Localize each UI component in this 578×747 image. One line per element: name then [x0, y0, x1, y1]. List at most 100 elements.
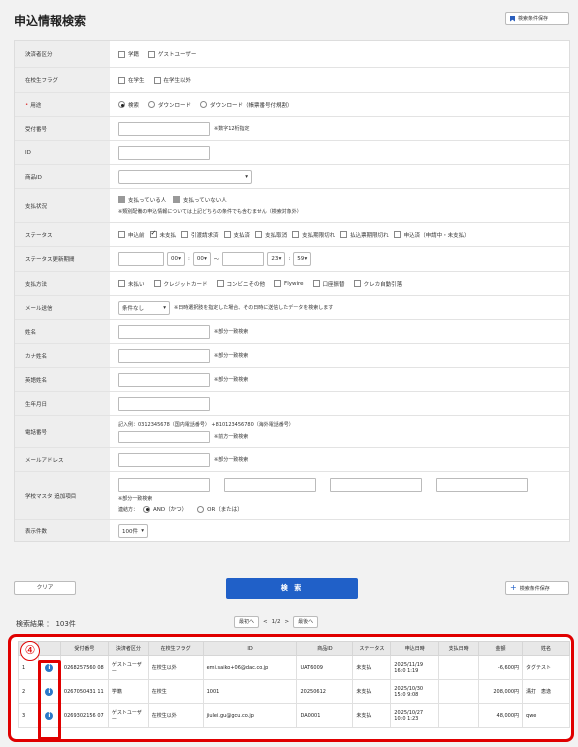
status-date-to-input[interactable]	[222, 252, 265, 266]
pagination: 最初へ < 1/2 > 最後へ	[234, 616, 319, 628]
birthday-input[interactable]	[118, 396, 210, 411]
extra-item-input-3[interactable]	[330, 478, 422, 492]
radio-or[interactable]: OR（または）	[197, 505, 243, 513]
extra-items-note: ※部分一致検索	[118, 496, 153, 502]
col-amount: 金額	[478, 641, 524, 656]
item-id-select[interactable]: ▾	[118, 169, 252, 184]
pager-last[interactable]: 最後へ	[293, 616, 319, 628]
label-status-date: ステータス更新期間	[15, 247, 110, 271]
checkbox-applicant-student[interactable]: 学籍	[118, 50, 139, 58]
pager-next[interactable]: >	[284, 619, 289, 625]
col-id: ID	[202, 641, 298, 656]
label-phone: 電話番号	[15, 416, 110, 447]
range-tilde: ～	[213, 257, 220, 263]
status-from-hour-select[interactable]: 00 ▾	[167, 252, 185, 266]
label-enrollment-flag: 在校生フラグ	[15, 68, 110, 92]
status-date-from-input[interactable]	[118, 252, 164, 266]
label-extra-items: 学校マスタ 追加項目	[15, 472, 110, 519]
label-id: ID	[15, 141, 110, 164]
display-count-select[interactable]: 100件 ▾	[118, 523, 148, 538]
row-id: ID	[15, 141, 569, 165]
phone-example: 記入例：0312345678（国内電話番号） +810123456780（海外電…	[118, 421, 294, 428]
status-to-minute-select[interactable]: 59 ▾	[293, 252, 312, 266]
col-item: 商品ID	[296, 641, 354, 656]
bookmark-icon	[510, 15, 515, 22]
radio-purpose-download[interactable]: ダウンロード	[148, 101, 191, 109]
result-count: 検索結果 ： 103件	[16, 620, 76, 628]
checkbox-method-credit[interactable]: クレジットカード	[153, 280, 208, 288]
col-type: 決済者区分	[107, 641, 149, 656]
checkbox-enrolled[interactable]: 在学生	[118, 76, 145, 84]
checkbox-method-convenience[interactable]: コンビニその他	[216, 280, 265, 288]
search-form: 決済者区分 学籍 ゲストユーザー 在校生フラグ 在学生 在学生以外 • 用途 検索…	[14, 40, 570, 542]
phone-input[interactable]	[118, 430, 210, 443]
label-item-id: 商品ID	[15, 165, 110, 188]
results-table: 受付番号 決済者区分 在校生フラグ ID 商品ID ステータス 申込日時 支払日…	[18, 641, 570, 728]
row-mail-sent: メール送信 条件なし ▾ ※日時選択肢を指定した場合、その日時に送信したデータを検…	[15, 296, 569, 320]
pager-page: 1/2	[271, 619, 281, 625]
receipt-no-input[interactable]	[118, 121, 210, 136]
table-row: 3 i 0269302156 07 ゲストユーザー 在校生以外 jiulei.g…	[18, 703, 570, 728]
label-applicant-type: 決済者区分	[15, 41, 110, 67]
status-from-minute-select[interactable]: 00 ▾	[192, 252, 211, 266]
col-receipt: 受付番号	[59, 641, 109, 656]
radio-purpose-download-ledger[interactable]: ダウンロード（帳票番号付規割）	[200, 101, 293, 109]
row-display-count: 表示件数 100件 ▾	[15, 520, 569, 541]
row-kana-name: カナ姓名 ※部分一致検索	[15, 344, 569, 368]
row-phone: 電話番号 記入例：0312345678（国内電話番号） +81012345678…	[15, 416, 569, 448]
table-row: 1 i 0268257560 08 ゲストユーザー 在校生以外 emi.saik…	[18, 655, 570, 680]
col-name: 姓名	[522, 641, 570, 656]
id-input[interactable]	[118, 145, 210, 160]
plus-icon: +	[510, 583, 517, 592]
kana-name-input[interactable]	[118, 348, 210, 363]
mail-sent-select[interactable]: 条件なし ▾	[118, 300, 170, 315]
checkbox-applicant-guest[interactable]: ゲストユーザー	[148, 50, 196, 58]
checkbox-status-delivery[interactable]: 引渡請求済	[181, 231, 219, 239]
checkbox-unpaid[interactable]: 支払っていない人	[172, 196, 227, 204]
checkbox-status-unpaid[interactable]: 未支払	[149, 229, 176, 239]
radio-purpose-search[interactable]: 検索	[118, 101, 139, 109]
roman-name-input[interactable]	[118, 372, 210, 387]
clear-button[interactable]: クリア	[14, 581, 76, 595]
save-conditions-top-label: 検索条件保存	[518, 16, 549, 22]
checkbox-status-paid[interactable]: 支払済	[223, 231, 250, 239]
extra-item-input-2[interactable]	[224, 478, 316, 492]
pager-prev[interactable]: <	[263, 619, 268, 625]
save-conditions-top-button[interactable]: 検索条件保存	[505, 12, 569, 25]
status-to-hour-select[interactable]: 23 ▾	[267, 252, 286, 266]
col-paid: 支払日時	[438, 641, 480, 656]
label-status: ステータス	[15, 223, 110, 246]
checkbox-not-enrolled[interactable]: 在学生以外	[153, 76, 191, 84]
row-applicant-type: 決済者区分 学籍 ゲストユーザー	[15, 41, 569, 68]
checkbox-paid[interactable]: 支払っている人	[118, 196, 166, 204]
row-purpose: • 用途 検索 ダウンロード ダウンロード（帳票番号付規割）	[15, 93, 569, 117]
checkbox-method-bank[interactable]: 口座振替	[312, 280, 345, 288]
label-birthday: 生年月日	[15, 392, 110, 415]
label-payment-method: 支払方法	[15, 272, 110, 295]
name-input[interactable]	[118, 324, 210, 339]
email-input[interactable]	[118, 452, 210, 467]
row-email: メールアドレス ※部分一致検索	[15, 448, 569, 472]
label-payment-status: 支払状況	[15, 189, 110, 222]
radio-and[interactable]: AND（かつ）	[143, 505, 187, 513]
checkbox-method-unpaid[interactable]: 未払い	[118, 280, 145, 288]
row-birthday: 生年月日	[15, 392, 569, 416]
search-button[interactable]: 検 索	[226, 578, 358, 599]
extra-item-input-4[interactable]	[436, 478, 528, 492]
label-purpose: • 用途	[15, 93, 110, 116]
checkbox-status-expired[interactable]: 支払期限切れ	[292, 231, 335, 239]
extra-item-input-1[interactable]	[118, 478, 210, 492]
row-item-id: 商品ID ▾	[15, 165, 569, 189]
pager-first[interactable]: 最初へ	[234, 616, 260, 628]
checkbox-status-applied[interactable]: 申込済（申請中・未支払）	[393, 231, 470, 239]
checkbox-status-cancelled[interactable]: 支払取消	[255, 231, 287, 239]
checkbox-method-auto-credit[interactable]: クレカ自動引落	[353, 280, 402, 288]
row-roman-name: 英語姓名 ※部分一致検索	[15, 368, 569, 392]
checkbox-status-before-apply[interactable]: 申込前	[118, 231, 145, 239]
checkbox-status-slip-expired[interactable]: 払込票期限切れ	[340, 231, 389, 239]
checkbox-method-flywire[interactable]: Flywire	[274, 280, 304, 287]
save-conditions-button[interactable]: + 検索条件保存	[505, 581, 569, 595]
row-name: 姓名 ※部分一致検索	[15, 320, 569, 344]
page-title: 申込情報検索	[14, 14, 87, 28]
label-roman-name: 英語姓名	[15, 368, 110, 391]
